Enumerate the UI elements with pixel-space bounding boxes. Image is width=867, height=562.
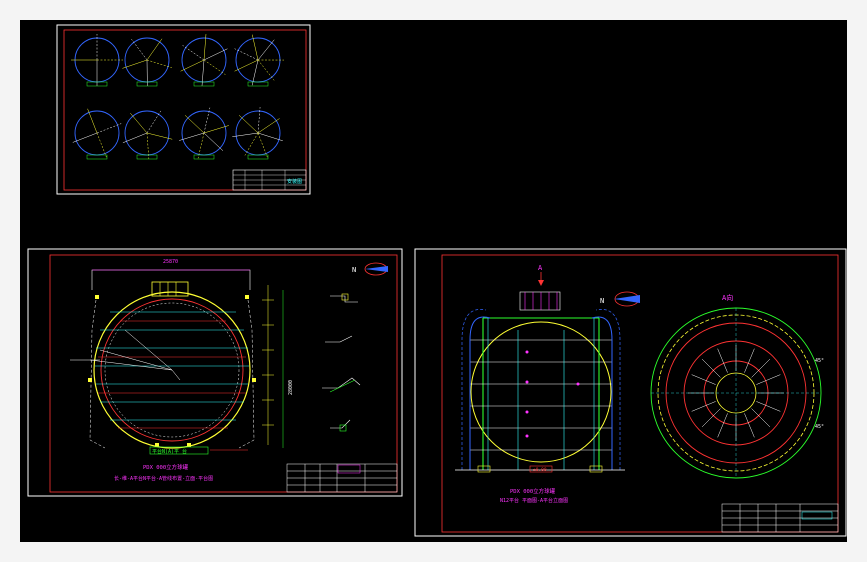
a-view-ray (717, 413, 728, 438)
a-view-ray (701, 408, 721, 428)
plan-dim-top: 25870 (163, 259, 178, 265)
elevation-sheet: A ±0.00 PDX 000立方球罐 N12平台 平面图-A平台立面图 N A… (414, 248, 847, 537)
detail-circle (232, 107, 283, 160)
elevation-sphere (470, 321, 612, 463)
detail-circle (71, 34, 123, 87)
a-view-angle-1: 45° (815, 358, 824, 364)
plan-sub-label: 长-维-A平台N平台-A管线布置-立面-平台图 (114, 475, 213, 482)
elevation-main-label: PDX 000立方球罐 (510, 487, 556, 495)
a-view-ray (744, 413, 755, 438)
plan-bottom-note: 平台N(A)平 台 (152, 448, 187, 455)
plan-sheet: 25870 平台N(A)平 台 28000 N PDX 000立方球罐 长-维-… (27, 248, 403, 497)
plan-north-label: N (352, 266, 356, 274)
a-view-angle-2: 45° (815, 424, 824, 430)
a-view-ray (756, 401, 781, 412)
a-view-ray (701, 358, 721, 378)
elevation-north-arrow: N (600, 291, 640, 307)
detail-circle (180, 34, 228, 87)
a-view-ray (756, 374, 781, 385)
detail-circle (72, 108, 122, 160)
detail-title-text: 安装图 (287, 178, 302, 185)
plan-title-block (286, 463, 398, 493)
detail-sheet: 安装图 (56, 24, 311, 195)
plan-main-label: PDX 000立方球罐 (143, 463, 189, 471)
detail-circle (234, 34, 285, 87)
a-view-ray (717, 348, 728, 373)
a-view-ray (751, 408, 771, 428)
a-view-label: A向 (722, 293, 733, 302)
detail-title-block: 安装图 (232, 169, 307, 191)
detail-circle (122, 37, 172, 87)
a-view-ray (691, 401, 716, 412)
elevation-marker-a: A (538, 264, 543, 272)
plan-dim-side: 28000 (288, 380, 294, 395)
detail-circle (122, 110, 173, 160)
cad-drawing-canvas[interactable]: 安装图 25870 平台N(A)平 台 28000 N PDX 000立方球罐 … (0, 0, 867, 562)
a-view-ray (691, 374, 716, 385)
elevation-north-label: N (600, 297, 604, 305)
elevation-foot-label: ±0.00 (533, 467, 547, 473)
elevation-title-block (721, 503, 839, 533)
a-view-ray (744, 348, 755, 373)
detail-circle (179, 107, 229, 160)
plan-north-arrow: N (352, 262, 388, 276)
a-view-plan: 45° 45° (650, 307, 824, 479)
a-view-ray (751, 358, 771, 378)
elevation-sub-label: N12平台 平面图-A平台立面图 (500, 497, 568, 504)
